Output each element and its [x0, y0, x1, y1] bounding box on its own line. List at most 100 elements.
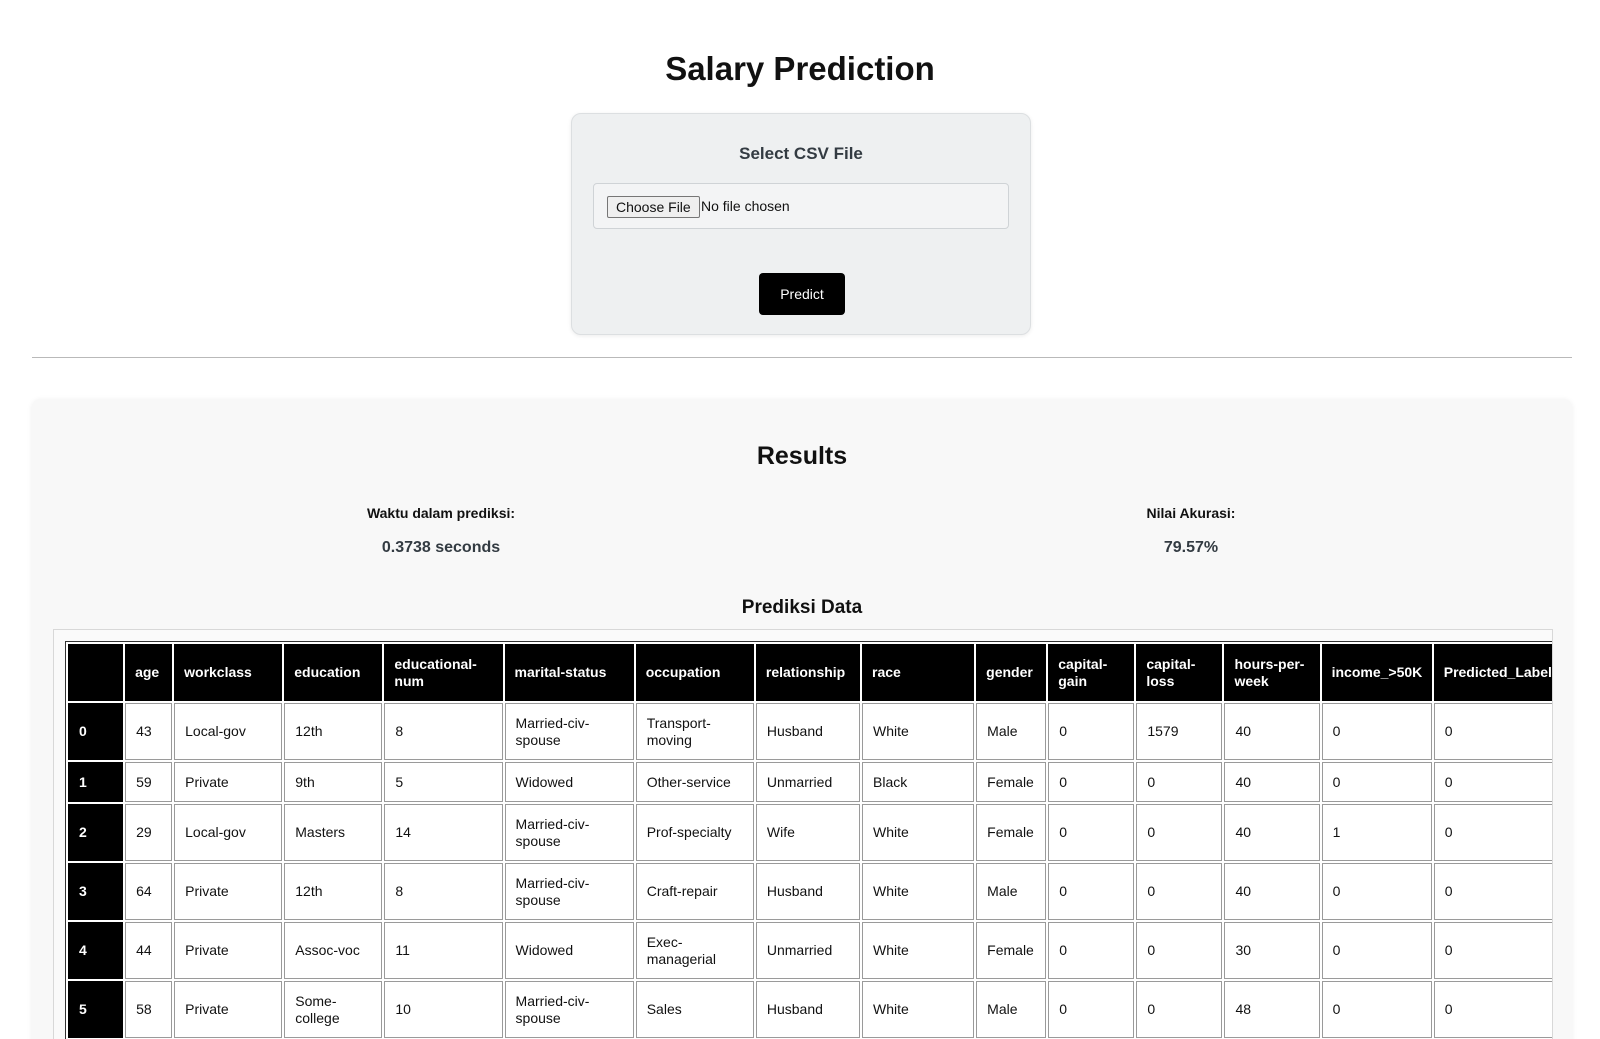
- upload-label: Select CSV File: [739, 144, 863, 163]
- table-cell: Female: [976, 804, 1047, 861]
- table-row: 5 58 Private Some-college 10 Married-civ…: [68, 981, 1552, 1038]
- table-row: 4 44 Private Assoc-voc 11 Widowed Exec-m…: [68, 922, 1552, 979]
- table-cell: 0: [1433, 762, 1552, 802]
- table-cell: Married-civ-spouse: [504, 703, 634, 760]
- table-cell: Private: [174, 922, 283, 979]
- table-header-row: age workclass education educational-num …: [68, 644, 1552, 701]
- table-cell: 0: [1433, 804, 1552, 861]
- table-cell: Married-civ-spouse: [504, 981, 634, 1038]
- prediction-time-label: Waktu dalam prediksi:: [366, 505, 516, 521]
- table-cell: Male: [976, 863, 1047, 920]
- row-index: 4: [68, 922, 124, 979]
- column-header: gender: [976, 644, 1047, 701]
- table-cell: Widowed: [504, 762, 634, 802]
- table-cell: 1579: [1136, 703, 1223, 760]
- table-cell: 40: [1224, 762, 1320, 802]
- table-cell: Private: [174, 762, 283, 802]
- column-header: relationship: [755, 644, 861, 701]
- table-cell: Sales: [635, 981, 754, 1038]
- table-cell: White: [862, 863, 975, 920]
- table-row: 3 64 Private 12th 8 Married-civ-spouse C…: [68, 863, 1552, 920]
- column-header: capital-loss: [1136, 644, 1223, 701]
- column-header: education: [284, 644, 383, 701]
- table-cell: 0: [1433, 863, 1552, 920]
- table-cell: 43: [125, 703, 173, 760]
- table-cell: Black: [862, 762, 975, 802]
- table-cell: 1: [1321, 804, 1432, 861]
- page-title: Salary Prediction: [665, 50, 935, 87]
- accuracy-label: Nilai Akurasi:: [1146, 505, 1236, 521]
- table-cell: 0: [1136, 804, 1223, 861]
- table-cell: Some-college: [284, 981, 383, 1038]
- table-cell: 9th: [284, 762, 383, 802]
- column-header: educational-num: [384, 644, 503, 701]
- table-cell: 0: [1048, 981, 1135, 1038]
- table-cell: 58: [125, 981, 173, 1038]
- table-cell: Female: [976, 922, 1047, 979]
- column-header: capital-gain: [1048, 644, 1135, 701]
- table-cell: 0: [1433, 703, 1552, 760]
- table-row: 0 43 Local-gov 12th 8 Married-civ-spouse…: [68, 703, 1552, 760]
- table-cell: Prof-specialty: [635, 804, 754, 861]
- table-cell: 0: [1321, 703, 1432, 760]
- table-cell: Husband: [755, 981, 861, 1038]
- table-cell: 30: [1224, 922, 1320, 979]
- table-cell: Married-civ-spouse: [504, 804, 634, 861]
- column-header: Predicted_Label: [1433, 644, 1552, 701]
- results-title: Results: [756, 442, 848, 470]
- row-index: 5: [68, 981, 124, 1038]
- file-input[interactable]: Choose File No file chosen: [593, 183, 1009, 229]
- prediction-table-title: Prediksi Data: [741, 597, 863, 618]
- table-cell: Assoc-voc: [284, 922, 383, 979]
- table-cell: 0: [1136, 981, 1223, 1038]
- table-cell: 10: [384, 981, 503, 1038]
- table-cell: 29: [125, 804, 173, 861]
- table-cell: Husband: [755, 703, 861, 760]
- table-cell: 0: [1048, 804, 1135, 861]
- table-cell: 0: [1136, 863, 1223, 920]
- table-cell: 12th: [284, 703, 383, 760]
- choose-file-button[interactable]: Choose File: [607, 196, 700, 218]
- table-cell: 0: [1048, 863, 1135, 920]
- table-cell: 40: [1224, 863, 1320, 920]
- table-cell: 8: [384, 703, 503, 760]
- table-cell: 0: [1321, 922, 1432, 979]
- table-cell: 0: [1048, 703, 1135, 760]
- table-cell: 8: [384, 863, 503, 920]
- file-status-text: No file chosen: [701, 198, 790, 214]
- table-cell: Private: [174, 863, 283, 920]
- accuracy-value: 79.57%: [1163, 539, 1219, 556]
- table-cell: 0: [1433, 981, 1552, 1038]
- table-cell: 0: [1136, 762, 1223, 802]
- table-cell: Female: [976, 762, 1047, 802]
- table-cell: 0: [1433, 922, 1552, 979]
- row-index: 1: [68, 762, 124, 802]
- table-cell: 0: [1048, 762, 1135, 802]
- table-cell: Transport-moving: [635, 703, 754, 760]
- table-container[interactable]: age workclass education educational-num …: [53, 629, 1553, 1039]
- table-cell: Local-gov: [174, 804, 283, 861]
- prediction-table: age workclass education educational-num …: [65, 641, 1552, 1039]
- table-cell: Male: [976, 981, 1047, 1038]
- table-cell: 40: [1224, 804, 1320, 861]
- table-cell: 14: [384, 804, 503, 861]
- table-cell: Exec-managerial: [635, 922, 754, 979]
- table-cell: Private: [174, 981, 283, 1038]
- row-index: 2: [68, 804, 124, 861]
- table-cell: 0: [1136, 922, 1223, 979]
- predict-button[interactable]: Predict: [759, 273, 845, 315]
- table-cell: 40: [1224, 703, 1320, 760]
- table-cell: Widowed: [504, 922, 634, 979]
- table-cell: 48: [1224, 981, 1320, 1038]
- table-row: 2 29 Local-gov Masters 14 Married-civ-sp…: [68, 804, 1552, 861]
- table-cell: Unmarried: [755, 762, 861, 802]
- table-cell: 0: [1321, 981, 1432, 1038]
- table-cell: Masters: [284, 804, 383, 861]
- table-row: 1 59 Private 9th 5 Widowed Other-service…: [68, 762, 1552, 802]
- table-cell: White: [862, 804, 975, 861]
- column-header: marital-status: [504, 644, 634, 701]
- table-cell: Husband: [755, 863, 861, 920]
- table-cell: 5: [384, 762, 503, 802]
- table-cell: 0: [1048, 922, 1135, 979]
- column-header: race: [862, 644, 975, 701]
